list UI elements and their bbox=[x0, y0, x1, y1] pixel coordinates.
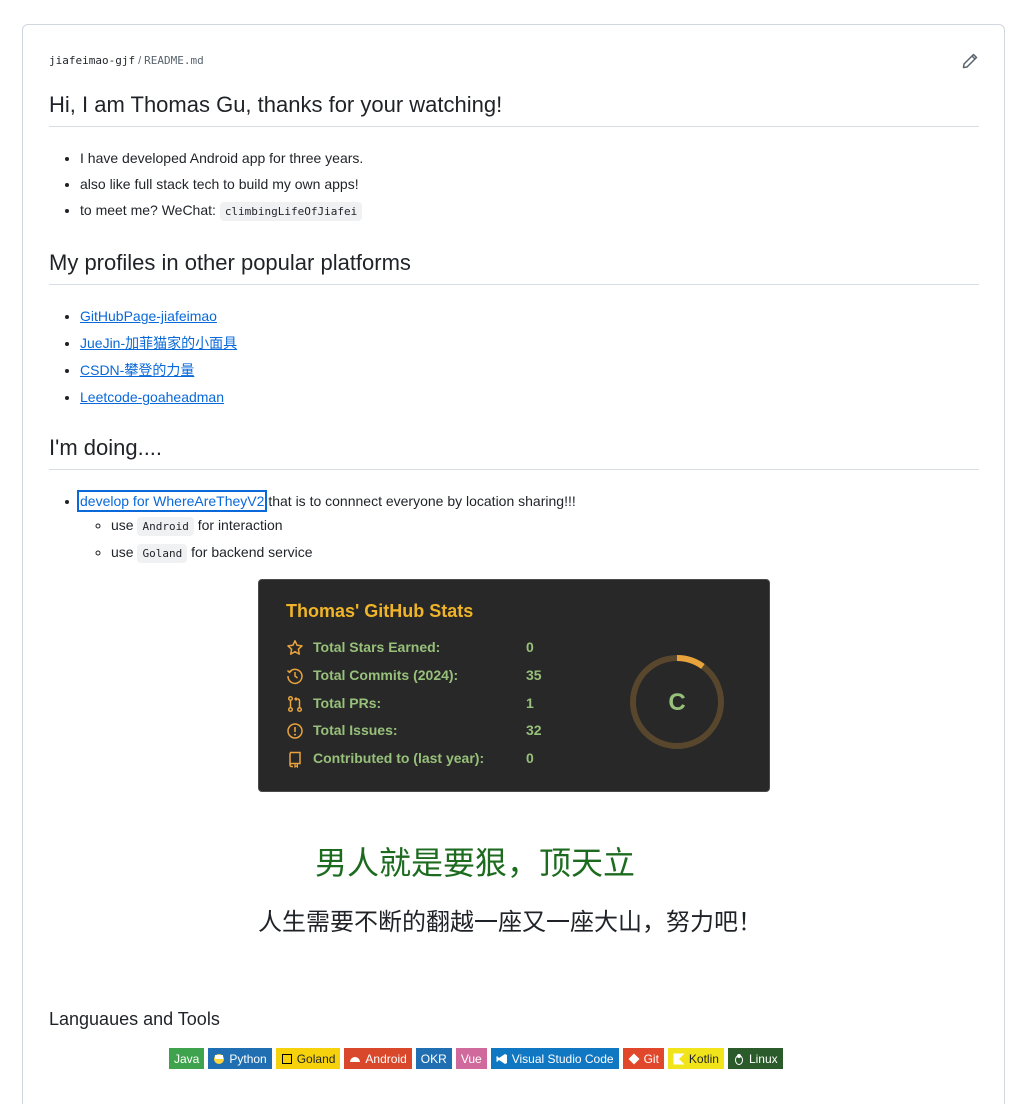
badge-label: Visual Studio Code bbox=[511, 1051, 614, 1066]
sub-text: for backend service bbox=[187, 544, 313, 560]
heading-doing: I'm doing.... bbox=[49, 435, 979, 471]
stat-value: 32 bbox=[526, 722, 542, 738]
profile-link-csdn[interactable]: CSDN-攀登的力量 bbox=[80, 362, 194, 378]
quote-line-1: 男人就是要狠，顶天立 bbox=[314, 844, 635, 882]
project-description: that is to connnect everyone by location… bbox=[264, 493, 576, 509]
badge-label: Goland bbox=[296, 1051, 336, 1066]
stat-label: Total Commits (2024): bbox=[313, 667, 459, 683]
badge-python: Python bbox=[208, 1048, 272, 1069]
badge-kotlin: Kotlin bbox=[667, 1048, 724, 1069]
tech-code: Goland bbox=[137, 544, 188, 563]
list-item: JueJin-加菲猫家的小面具 bbox=[80, 335, 237, 352]
project-link[interactable]: develop for WhereAreTheyV2 bbox=[76, 490, 268, 512]
badge-label: Vue bbox=[460, 1051, 482, 1066]
doing-list: develop for WhereAreTheyV2 that is to co… bbox=[49, 490, 576, 571]
stat-label: Total Issues: bbox=[313, 722, 398, 738]
list-item: Leetcode-goaheadman bbox=[80, 389, 237, 406]
intro-list: I have developed Android app for three y… bbox=[49, 150, 363, 229]
vscode-icon bbox=[496, 1053, 507, 1064]
tech-code: Android bbox=[137, 517, 194, 536]
quote-line-2: 人生需要不断的翻越一座又一座大山，努力吧！ bbox=[258, 908, 762, 936]
pull-request-icon bbox=[287, 695, 303, 713]
rank-letter: C bbox=[668, 689, 685, 716]
list-item: use Goland for backend service bbox=[111, 544, 576, 563]
kotlin-icon bbox=[673, 1053, 685, 1064]
breadcrumb-file[interactable]: README.md bbox=[144, 54, 204, 67]
stat-value: 0 bbox=[526, 639, 534, 655]
list-item: to meet me? WeChat: climbingLifeOfJiafei bbox=[80, 202, 363, 221]
breadcrumb-separator: / bbox=[138, 55, 142, 67]
profile-link-leetcode[interactable]: Leetcode-goaheadman bbox=[80, 389, 224, 405]
profile-list: GitHubPage-jiafeimao JueJin-加菲猫家的小面具 CSD… bbox=[49, 308, 237, 416]
stat-value: 1 bbox=[526, 695, 534, 711]
badge-vue: Vue bbox=[455, 1048, 487, 1069]
profile-link-github[interactable]: GitHubPage-jiafeimao bbox=[80, 308, 217, 324]
stat-value: 0 bbox=[526, 750, 534, 766]
sub-text: use bbox=[111, 544, 138, 560]
badge-label: Git bbox=[643, 1051, 659, 1066]
breadcrumb: jiafeimao-gjf / README.md bbox=[49, 54, 204, 67]
github-stats-card[interactable]: Thomas' GitHub Stats Total Stars Earned:… bbox=[258, 579, 770, 792]
list-item: CSDN-攀登的力量 bbox=[80, 362, 237, 379]
stat-label: Total Stars Earned: bbox=[313, 639, 441, 655]
stat-label: Contributed to (last year): bbox=[313, 750, 485, 766]
git-icon bbox=[628, 1053, 640, 1064]
issue-icon bbox=[287, 723, 303, 739]
python-icon bbox=[214, 1053, 225, 1064]
badge-label: Linux bbox=[748, 1051, 778, 1066]
rank-ring: C bbox=[630, 655, 724, 749]
linux-icon bbox=[734, 1053, 743, 1065]
heading-intro: Hi, I am Thomas Gu, thanks for your watc… bbox=[49, 92, 979, 128]
android-icon bbox=[350, 1056, 361, 1062]
list-item: GitHubPage-jiafeimao bbox=[80, 308, 237, 325]
badge-label: Kotlin bbox=[688, 1051, 719, 1066]
badge-okr: OKR bbox=[415, 1048, 452, 1069]
badge-java: Java bbox=[169, 1048, 205, 1069]
sub-text: for interaction bbox=[193, 517, 283, 533]
pencil-icon[interactable] bbox=[961, 52, 979, 70]
list-item: I have developed Android app for three y… bbox=[80, 150, 363, 167]
list-item: also like full stack tech to build my ow… bbox=[80, 176, 363, 193]
breadcrumb-owner[interactable]: jiafeimao-gjf bbox=[49, 54, 135, 67]
list-item: develop for WhereAreTheyV2 that is to co… bbox=[76, 490, 576, 563]
tools-heading: Languaues and Tools bbox=[49, 1009, 220, 1029]
history-icon bbox=[286, 668, 303, 685]
badge-linux: Linux bbox=[727, 1048, 783, 1069]
stats-title: Thomas' GitHub Stats bbox=[286, 601, 474, 621]
repo-icon bbox=[289, 751, 301, 768]
badge-label: OKR bbox=[420, 1051, 447, 1066]
badge-label: Python bbox=[229, 1051, 267, 1066]
intro-text: I have developed Android app for three y… bbox=[80, 150, 364, 166]
badge-label: Android bbox=[365, 1051, 407, 1066]
sub-text: use bbox=[111, 517, 138, 533]
intro-text: to meet me? WeChat: bbox=[80, 202, 220, 218]
star-icon bbox=[287, 640, 303, 655]
goland-icon bbox=[281, 1053, 292, 1064]
wechat-code: climbingLifeOfJiafei bbox=[219, 202, 363, 221]
list-item: use Android for interaction bbox=[111, 517, 576, 536]
badge-label: Java bbox=[174, 1051, 200, 1066]
stat-value: 35 bbox=[526, 667, 542, 683]
badge-goland: Goland bbox=[275, 1048, 341, 1069]
badge-android: Android bbox=[344, 1048, 412, 1069]
intro-text: also like full stack tech to build my ow… bbox=[80, 176, 359, 192]
badge-visual-studio-code: Visual Studio Code bbox=[490, 1048, 619, 1069]
heading-profiles: My profiles in other popular platforms bbox=[49, 250, 979, 286]
badge-git: Git bbox=[622, 1048, 664, 1069]
profile-link-juejin[interactable]: JueJin-加菲猫家的小面具 bbox=[80, 335, 237, 351]
stat-label: Total PRs: bbox=[313, 695, 382, 711]
tool-badges: Java Python Goland Android OKR Vue Visual Stud… bbox=[169, 1048, 783, 1069]
